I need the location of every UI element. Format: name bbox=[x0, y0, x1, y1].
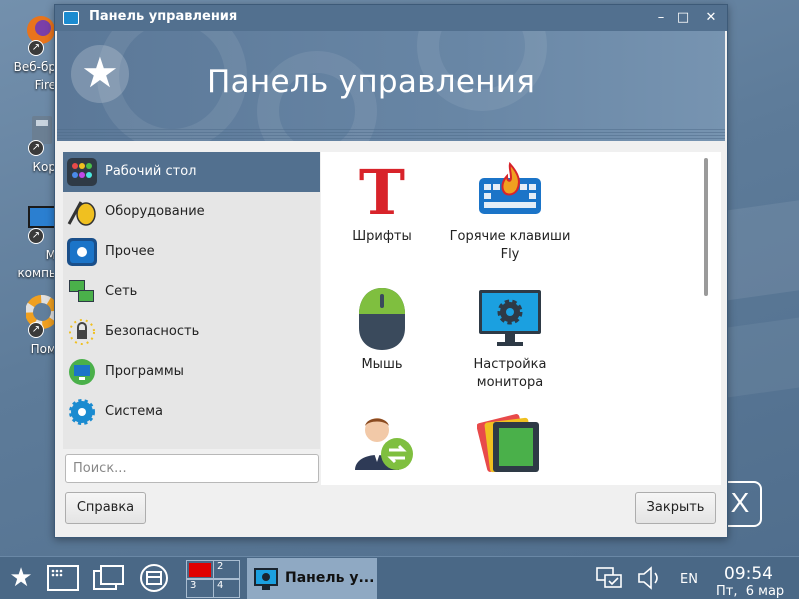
file-manager-icon[interactable] bbox=[138, 563, 170, 593]
sidebar-item-label: Программы bbox=[105, 364, 184, 379]
sidebar-item-label: Рабочий стол bbox=[105, 164, 197, 179]
programs-icon bbox=[67, 358, 97, 386]
sidebar-item-label: Система bbox=[105, 404, 164, 419]
control-panel-window: Панель управления – □ ✕ ★ Панель управле… bbox=[54, 4, 728, 538]
sidebar-item-label: Сеть bbox=[105, 284, 138, 299]
desktop-icon-label: Кор bbox=[32, 160, 56, 174]
system-icon bbox=[67, 398, 97, 426]
user-switch-icon bbox=[349, 412, 415, 474]
clock-time[interactable]: 09:54 bbox=[724, 564, 773, 584]
applet-label: Мышь bbox=[361, 357, 403, 372]
shortcut-arrow-icon: ↗ bbox=[28, 228, 44, 244]
sidebar-item-label: Прочее bbox=[105, 244, 155, 259]
sidebar-item-misc[interactable]: Прочее bbox=[63, 232, 320, 272]
banner-stripes bbox=[57, 129, 725, 141]
sidebar-item-label: Безопасность bbox=[105, 324, 200, 339]
applets-grid: T Шрифты Горячие клавиши Fly Мышь Настрой… bbox=[321, 152, 721, 485]
hardware-icon bbox=[67, 198, 97, 226]
security-icon bbox=[67, 318, 97, 346]
header-banner: ★ Панель управления bbox=[57, 31, 725, 141]
desktop-icon bbox=[67, 158, 97, 186]
start-menu-star-icon[interactable]: ★ bbox=[6, 563, 36, 593]
clock-date[interactable]: Пт, 6 мар bbox=[716, 584, 784, 599]
close-window-button[interactable]: ✕ bbox=[701, 8, 721, 28]
star-logo-icon: ★ bbox=[71, 45, 129, 103]
workspace-4[interactable]: 4 bbox=[213, 579, 240, 598]
minimize-button[interactable]: – bbox=[651, 8, 671, 28]
shortcut-arrow-icon: ↗ bbox=[28, 140, 44, 156]
maximize-button[interactable]: □ bbox=[673, 8, 693, 28]
window-title: Панель управления bbox=[89, 9, 238, 24]
taskbar-task-control-panel[interactable]: Панель у... bbox=[247, 558, 377, 599]
keyboard-layout-indicator[interactable]: EN bbox=[680, 572, 698, 587]
desktop-icon-trash[interactable]: ↗ Кор bbox=[0, 108, 56, 188]
sidebar-item-label: Оборудование bbox=[105, 204, 205, 219]
category-sidebar: Рабочий стол Оборудование Прочее Сеть Бе… bbox=[63, 152, 320, 449]
show-desktop-icon[interactable] bbox=[46, 563, 80, 593]
desktop-icon-browser[interactable]: ↗ Веб-бр Fire bbox=[0, 8, 56, 92]
windows-list-icon[interactable] bbox=[92, 563, 126, 593]
svg-text:T: T bbox=[359, 160, 405, 222]
content-scrollbar[interactable] bbox=[704, 158, 708, 296]
workspace-3[interactable]: 3 bbox=[186, 579, 213, 598]
mouse-icon bbox=[349, 288, 415, 350]
sidebar-item-network[interactable]: Сеть bbox=[63, 272, 320, 312]
network-icon bbox=[67, 278, 97, 306]
volume-icon[interactable] bbox=[636, 563, 662, 593]
desktop-icon-label: Пом bbox=[30, 342, 56, 356]
desktop-icon-label: Мкомпь bbox=[17, 248, 56, 280]
workspace-1[interactable] bbox=[186, 560, 213, 579]
applet-label: Горячие клавиши Fly bbox=[449, 229, 571, 262]
applet-fonts[interactable]: T Шрифты bbox=[321, 156, 447, 276]
applet-label: Настройка монитора bbox=[473, 357, 547, 390]
applet-theme[interactable] bbox=[445, 408, 575, 485]
desktop-icon-label: Веб-бр Fire bbox=[13, 60, 56, 92]
applet-label: Шрифты bbox=[352, 229, 412, 244]
shortcut-arrow-icon: ↗ bbox=[28, 322, 44, 338]
fonts-icon: T bbox=[349, 156, 415, 229]
applet-mouse[interactable]: Мышь bbox=[321, 284, 447, 404]
search-input[interactable] bbox=[65, 454, 319, 483]
sidebar-item-system[interactable]: Система bbox=[63, 392, 320, 432]
control-panel-icon bbox=[253, 566, 279, 592]
control-panel-icon bbox=[63, 11, 79, 25]
applet-monitor[interactable]: Настройка монитора bbox=[445, 284, 575, 404]
shortcut-arrow-icon: ↗ bbox=[28, 40, 44, 56]
sidebar-item-hardware[interactable]: Оборудование bbox=[63, 192, 320, 232]
help-button[interactable]: Справка bbox=[65, 492, 146, 524]
banner-title: Панель управления bbox=[207, 64, 536, 100]
monitor-icon bbox=[477, 288, 543, 350]
desktop-icon-help[interactable]: ↗ Пом bbox=[0, 290, 59, 370]
close-button[interactable]: Закрыть bbox=[635, 492, 716, 524]
window-titlebar[interactable]: Панель управления – □ ✕ bbox=[55, 5, 727, 31]
hotkeys-icon bbox=[477, 160, 543, 222]
desktop-icon-computer[interactable]: ↗ Мкомпь bbox=[0, 196, 56, 280]
workspace-window-preview bbox=[189, 563, 211, 577]
misc-icon bbox=[67, 238, 97, 266]
taskbar: ★ 2 3 4 Панель у... EN 09:54 Пт, 6 мар bbox=[0, 556, 799, 599]
sidebar-item-programs[interactable]: Программы bbox=[63, 352, 320, 392]
applet-hotkeys[interactable]: Горячие клавиши Fly bbox=[445, 156, 575, 276]
sidebar-item-security[interactable]: Безопасность bbox=[63, 312, 320, 352]
theme-icon bbox=[476, 412, 543, 474]
applet-user-switch[interactable] bbox=[321, 408, 447, 485]
workspace-2[interactable]: 2 bbox=[213, 560, 240, 579]
sidebar-item-desktop[interactable]: Рабочий стол bbox=[63, 152, 320, 192]
network-status-icon[interactable] bbox=[594, 563, 624, 593]
task-label: Панель у... bbox=[285, 570, 375, 586]
